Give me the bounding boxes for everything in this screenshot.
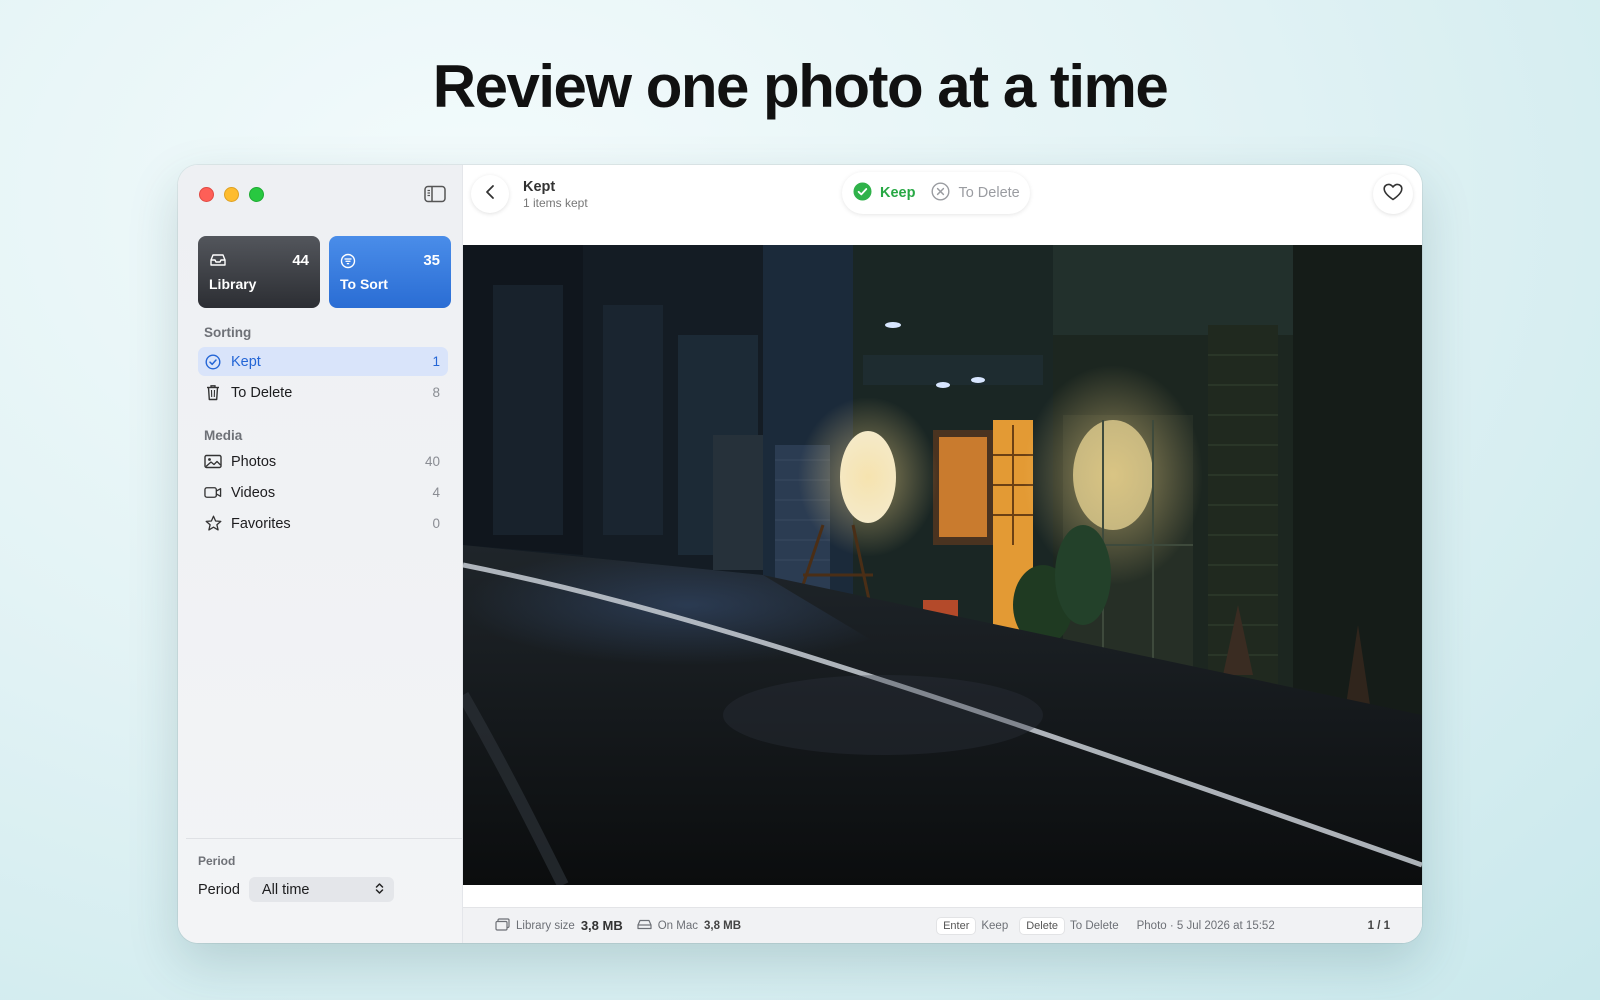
trash-icon xyxy=(204,384,222,402)
period-section-title: Period xyxy=(198,854,236,868)
back-button[interactable] xyxy=(471,175,509,213)
sidebar-item-label: Favorites xyxy=(231,515,291,532)
status-bar: Library size 3,8 MB On Mac 3,8 MB Enter … xyxy=(463,907,1422,943)
checkmark-circle-fill-icon xyxy=(853,182,872,205)
photo-info: Photo · 5 Jul 2026 at 15:52 xyxy=(1137,920,1275,932)
to-delete-label: To Delete xyxy=(958,185,1020,201)
keep-delete-segmented-control: Keep To Delete xyxy=(842,172,1030,214)
sidebar: 44 Library 35 To Sort Sorting Kept 1 To … xyxy=(178,165,463,943)
checkmark-circle-icon xyxy=(204,353,222,371)
sidebar-item-count: 0 xyxy=(432,516,440,531)
shortcut-delete-label: To Delete xyxy=(1070,919,1119,932)
pager: 1 / 1 xyxy=(1368,920,1390,932)
sidebar-item-label: Kept xyxy=(231,353,261,370)
photo-viewer[interactable] xyxy=(463,245,1422,885)
library-count: 44 xyxy=(292,252,309,269)
sidebar-item-label: Photos xyxy=(231,453,277,470)
delete-key: Delete xyxy=(1020,917,1065,934)
video-icon xyxy=(204,484,222,502)
to-sort-card[interactable]: 35 To Sort xyxy=(329,236,451,308)
keep-label: Keep xyxy=(880,185,916,201)
library-size: Library size 3,8 MB xyxy=(495,917,623,934)
page-subtitle: 1 items kept xyxy=(523,196,588,210)
sidebar-item-kept[interactable]: Kept 1 xyxy=(198,347,448,376)
on-mac-size: On Mac 3,8 MB xyxy=(637,919,741,933)
app-window: 44 Library 35 To Sort Sorting Kept 1 To … xyxy=(178,165,1422,943)
page-headline: Review one photo at a time xyxy=(432,53,1169,120)
media-section-title: Media xyxy=(204,428,243,443)
sidebar-item-photos[interactable]: Photos 40 xyxy=(198,447,448,476)
sidebar-item-count: 40 xyxy=(424,454,440,469)
close-window-button[interactable] xyxy=(199,187,214,202)
photo-image xyxy=(463,245,1422,885)
period-label: Period xyxy=(198,881,240,898)
to-sort-count: 35 xyxy=(423,252,440,269)
period-row: Period All time xyxy=(198,877,394,902)
on-mac-label: On Mac xyxy=(657,919,698,932)
period-divider xyxy=(186,838,462,839)
main-pane: Kept 1 items kept Keep To Delete Library… xyxy=(463,165,1422,943)
sidebar-item-count: 8 xyxy=(432,385,440,400)
favorite-button[interactable] xyxy=(1373,174,1413,214)
photo-icon xyxy=(204,453,222,471)
keep-button[interactable]: Keep xyxy=(853,182,915,205)
sidebar-item-count: 1 xyxy=(432,354,440,369)
zoom-window-button[interactable] xyxy=(249,187,264,202)
page-title: Kept xyxy=(523,179,556,195)
period-select-value: All time xyxy=(261,881,310,898)
star-icon xyxy=(204,515,222,533)
filter-circle-icon xyxy=(340,253,358,269)
on-mac-value: 3,8 MB xyxy=(703,919,742,932)
sorting-section-title: Sorting xyxy=(204,325,252,340)
sidebar-item-videos[interactable]: Videos 4 xyxy=(198,478,448,507)
library-label: Library xyxy=(209,276,257,292)
tray-icon xyxy=(209,253,227,267)
library-size-label: Library size xyxy=(516,919,575,932)
sidebar-item-to-delete[interactable]: To Delete 8 xyxy=(198,378,448,407)
to-delete-button[interactable]: To Delete xyxy=(931,181,1020,205)
photo-library-icon xyxy=(495,917,510,934)
title-block: Kept 1 items kept xyxy=(523,179,588,210)
shortcut-keep-label: Keep xyxy=(981,919,1009,932)
pager-text: 1 / 1 xyxy=(1367,919,1390,932)
minimize-window-button[interactable] xyxy=(224,187,239,202)
period-select[interactable]: All time xyxy=(248,877,394,902)
shortcut-keep: Enter Keep xyxy=(937,917,1009,934)
sidebar-item-label: Videos xyxy=(231,484,276,501)
x-circle-icon xyxy=(931,181,950,205)
enter-key: Enter xyxy=(937,917,976,934)
heart-icon xyxy=(1383,183,1403,206)
photo-info-text: Photo · 5 Jul 2026 at 15:52 xyxy=(1136,919,1275,932)
up-down-chevron-icon xyxy=(375,882,384,897)
library-card[interactable]: 44 Library xyxy=(198,236,320,308)
sidebar-item-favorites[interactable]: Favorites 0 xyxy=(198,509,448,538)
window-controls xyxy=(199,187,264,202)
sidebar-toggle-icon[interactable] xyxy=(424,185,446,203)
to-sort-label: To Sort xyxy=(340,276,388,292)
sidebar-item-count: 4 xyxy=(432,485,440,500)
shortcut-delete: Delete To Delete xyxy=(1020,917,1119,934)
drive-icon xyxy=(637,919,652,933)
sidebar-item-label: To Delete xyxy=(231,384,293,401)
library-size-value: 3,8 MB xyxy=(580,918,623,933)
chevron-left-icon xyxy=(485,184,495,205)
